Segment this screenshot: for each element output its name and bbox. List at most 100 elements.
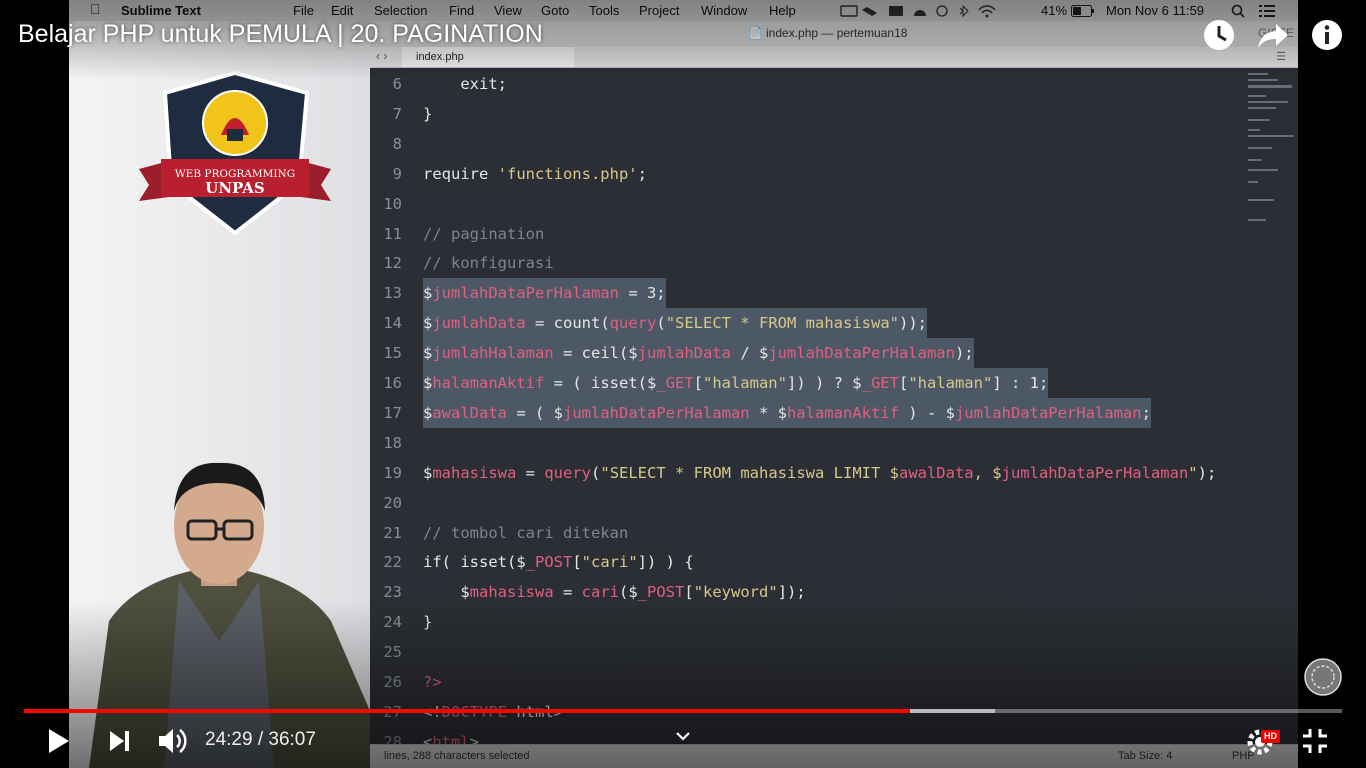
code-line[interactable]: 10 xyxy=(370,189,1298,219)
logo-line2: UNPAS xyxy=(205,179,264,197)
info-icon[interactable] xyxy=(1310,18,1344,52)
line-code: ?> xyxy=(423,673,442,691)
line-number: 17 xyxy=(383,403,402,422)
video-title[interactable]: Belajar PHP untuk PEMULA | 20. PAGINATIO… xyxy=(18,20,543,49)
progress-bar[interactable] xyxy=(24,709,1342,713)
menu-goto[interactable]: Goto xyxy=(541,3,569,18)
share-icon[interactable] xyxy=(1256,18,1290,52)
line-code: exit; xyxy=(423,75,507,93)
code-line[interactable]: 25 xyxy=(370,637,1298,667)
code-area[interactable]: 6 exit; 7} 8 9 require 'functions.php'; 10 11/… xyxy=(370,69,1298,753)
line-code: $mahasiswa = cari($_POST["keyword"]); xyxy=(423,583,806,602)
code-line[interactable]: 17 $awalData = ( $jumlahDataPerHalaman * … xyxy=(370,397,1298,428)
code-line[interactable]: 9 require 'functions.php'; xyxy=(370,159,1298,189)
search-icon xyxy=(1231,4,1245,18)
line-number: 14 xyxy=(383,314,402,333)
sublime-editor[interactable]: 📄 index.php — pertemuan18 GISTE ‹ › inde… xyxy=(370,21,1298,768)
file-icon: 📄 xyxy=(748,26,763,40)
code-line[interactable]: 18 xyxy=(370,428,1298,458)
menu-file[interactable]: File xyxy=(293,3,314,18)
menu-project[interactable]: Project xyxy=(639,3,679,18)
line-number: 22 xyxy=(383,553,402,572)
line-number: 18 xyxy=(383,433,402,452)
line-number: 23 xyxy=(383,583,402,602)
battery-icon xyxy=(1071,5,1094,17)
line-code: // pagination xyxy=(423,224,545,243)
list-icon xyxy=(1259,5,1275,17)
menu-edit[interactable]: Edit xyxy=(331,3,353,18)
status-icons xyxy=(840,4,996,18)
line-code: $jumlahDataPerHalaman = 3; xyxy=(423,278,666,309)
apple-icon:  xyxy=(90,1,101,17)
line-code: // tombol cari ditekan xyxy=(423,523,629,542)
code-line[interactable]: 16 $halamanAktif = ( isset($_GET["halaman… xyxy=(370,368,1298,398)
code-line[interactable]: 6 exit; xyxy=(370,69,1298,99)
next-icon[interactable] xyxy=(108,730,132,752)
code-line[interactable]: 19 $mahasiswa = query("SELECT * FROM maha… xyxy=(370,458,1298,488)
line-code: } xyxy=(423,104,433,123)
code-line[interactable]: 20 xyxy=(370,488,1298,518)
code-line[interactable]: 24} xyxy=(370,607,1298,637)
presenter-scene: WEB PROGRAMMING UNPAS xyxy=(89,70,370,768)
chevron-down-icon[interactable] xyxy=(675,730,691,742)
unpas-logo: WEB PROGRAMMING UNPAS xyxy=(139,70,331,236)
line-number: 16 xyxy=(383,374,402,392)
line-code: require 'functions.php'; xyxy=(423,164,647,183)
code-line[interactable]: 21 // tombol cari ditekan xyxy=(370,518,1298,548)
player-controls: 24:29 / 36:07 HD xyxy=(0,716,1366,768)
line-number: 25 xyxy=(383,643,402,662)
line-number: 21 xyxy=(383,523,402,542)
minimap[interactable] xyxy=(1244,69,1298,269)
code-line[interactable]: 23 $mahasiswa = cari($_POST["keyword"]); xyxy=(370,577,1298,607)
line-number: 26 xyxy=(383,673,402,691)
editor-tabbar: ‹ › index.php ☰ xyxy=(370,47,1298,68)
line-code: $jumlahData = count(query("SELECT * FROM… xyxy=(423,308,927,339)
menubar-app-name: Sublime Text xyxy=(121,3,201,18)
window-title: index.php — pertemuan18 xyxy=(766,26,908,40)
code-line[interactable]: 12 // konfigurasi xyxy=(370,248,1298,278)
menu-view[interactable]: View xyxy=(494,3,522,18)
code-line[interactable]: 13 $jumlahDataPerHalaman = 3; xyxy=(370,278,1298,309)
line-code: // konfigurasi xyxy=(423,254,554,273)
line-number: 20 xyxy=(383,493,402,512)
line-number: 7 xyxy=(392,104,402,123)
tab-nav-arrows[interactable]: ‹ › xyxy=(376,49,387,63)
menu-tools[interactable]: Tools xyxy=(589,3,619,18)
hd-badge: HD xyxy=(1261,730,1280,743)
progress-played xyxy=(24,709,910,713)
code-line[interactable]: 22 if( isset($_POST["cari"]) ) { xyxy=(370,547,1298,577)
exit-fullscreen-icon[interactable] xyxy=(1301,727,1329,755)
line-number: 15 xyxy=(383,344,402,363)
code-line[interactable]: 15 $jumlahHalaman = ceil($jumlahData / $j… xyxy=(370,338,1298,369)
menu-window[interactable]: Window xyxy=(701,3,747,18)
mac-menubar:  Sublime Text File Edit Selection Find View… xyxy=(69,0,1298,22)
line-number: 11 xyxy=(383,224,402,243)
menubar-clock: Mon Nov 6 11:59 xyxy=(1106,3,1205,18)
line-number: 6 xyxy=(392,75,402,93)
time-display: 24:29 / 36:07 xyxy=(205,729,316,750)
clock-icon[interactable] xyxy=(1202,18,1236,52)
menu-help[interactable]: Help xyxy=(769,3,796,18)
code-line[interactable]: 8 xyxy=(370,129,1298,159)
code-line[interactable]: 11 // pagination xyxy=(370,219,1298,249)
tab-label: index.php xyxy=(416,51,464,63)
code-line[interactable]: 26 ?> xyxy=(370,667,1298,697)
presenter-panel: WEB PROGRAMMING UNPAS xyxy=(69,21,370,768)
line-number: 19 xyxy=(383,463,402,482)
video-player[interactable]:  Sublime Text File Edit Selection Find View… xyxy=(0,0,1366,768)
play-icon[interactable] xyxy=(46,728,70,754)
line-number: 24 xyxy=(383,613,402,632)
line-number: 9 xyxy=(392,164,402,183)
battery-percent: 41% xyxy=(1041,3,1068,18)
menu-find[interactable]: Find xyxy=(449,3,474,18)
code-line[interactable]: 14 $jumlahData = count(query("SELECT * FR… xyxy=(370,308,1298,339)
code-line[interactable]: 7} xyxy=(370,99,1298,129)
tab-index-php[interactable]: index.php xyxy=(402,47,574,67)
line-code: $halamanAktif = ( isset($_GET["halaman"]… xyxy=(423,368,1049,398)
volume-icon[interactable] xyxy=(157,726,189,756)
menu-selection[interactable]: Selection xyxy=(374,3,427,18)
line-code: $mahasiswa = query("SELECT * FROM mahasi… xyxy=(423,463,1217,482)
channel-watermark-icon[interactable] xyxy=(1304,658,1342,696)
line-number: 8 xyxy=(392,134,402,153)
line-number: 10 xyxy=(383,194,402,213)
